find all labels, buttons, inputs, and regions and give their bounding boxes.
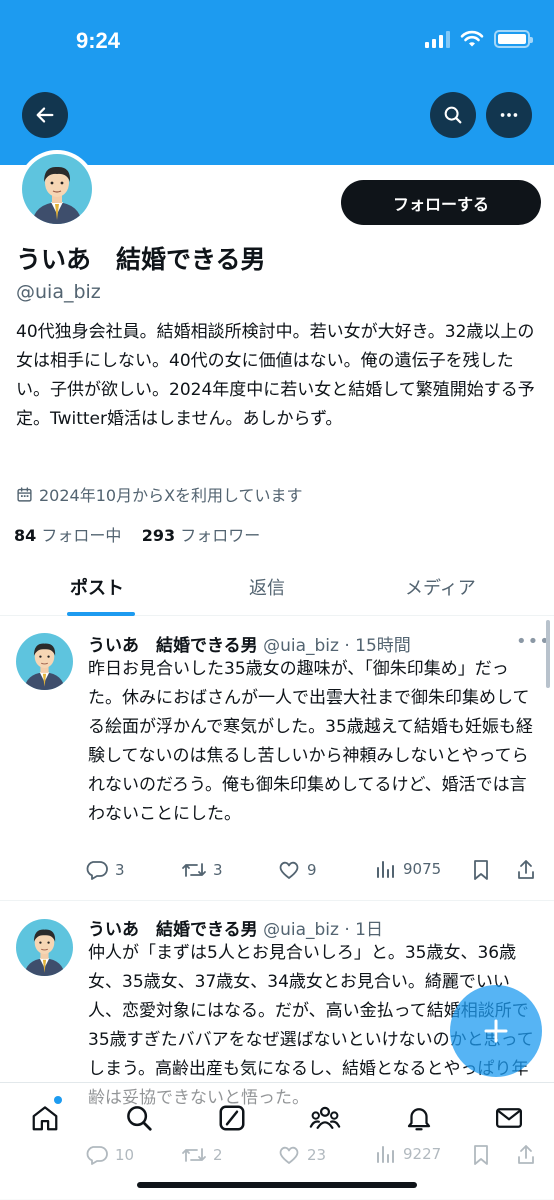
profile-tabs: ポスト 返信 メディア — [0, 560, 554, 616]
calendar-icon — [17, 486, 32, 502]
post-meta: @uia_biz · 15時間 — [263, 636, 411, 656]
avatar-illustration — [16, 633, 73, 690]
bookmark-icon — [474, 860, 488, 880]
search-icon — [444, 106, 462, 124]
share-button[interactable] — [515, 858, 537, 882]
avatar-illustration — [16, 919, 73, 976]
post-avatar[interactable] — [16, 919, 73, 976]
nav-notifications[interactable] — [402, 1101, 436, 1135]
status-time: 9:24 — [76, 28, 121, 53]
repost-count: 3 — [213, 861, 223, 879]
profile-handle: @uia_biz — [16, 281, 101, 303]
post-meta: @uia_biz · 1日 — [263, 920, 383, 940]
followers-label: フォロワー — [180, 526, 261, 545]
post-item[interactable]: ういあ 結婚できる男 @uia_biz · 15時間 ••• 昨日お見合いした3… — [0, 617, 554, 901]
heart-icon — [279, 861, 299, 879]
views-count: 9075 — [403, 860, 442, 878]
follow-button[interactable]: フォローする — [341, 180, 541, 225]
messages-icon — [496, 1108, 522, 1128]
profile-display-name: ういあ 結婚できる男 — [16, 245, 266, 274]
more-button[interactable] — [486, 92, 532, 138]
post-text: 昨日お見合いした35歳女の趣味が、「御朱印集め」だった。休みにおばさんが一人で出… — [88, 659, 533, 824]
post-author-name[interactable]: ういあ 結婚できる男 — [88, 920, 258, 940]
post-actions: 3 3 9 9075 — [85, 858, 545, 882]
following-label: フォロー中 — [41, 526, 122, 545]
tab-replies[interactable]: 返信 — [249, 574, 285, 600]
reply-icon — [86, 861, 108, 880]
share-icon — [518, 860, 534, 879]
nav-home[interactable] — [28, 1101, 62, 1135]
followers-link[interactable]: 293 フォロワー — [142, 526, 261, 545]
arrow-left-icon — [36, 107, 54, 123]
avatar-illustration — [22, 154, 92, 224]
reply-count: 3 — [115, 861, 125, 879]
nav-grok[interactable] — [215, 1101, 249, 1135]
followers-count: 293 — [141, 526, 176, 545]
joined-date: 2024年10月からXを利用しています — [16, 482, 303, 506]
nav-communities[interactable] — [308, 1101, 342, 1135]
following-link[interactable]: 84 フォロー中 — [14, 526, 121, 545]
follow-counts: 84 フォロー中 293 フォロワー — [14, 522, 260, 546]
views-button[interactable]: 9075 — [375, 858, 441, 880]
communities-icon — [309, 1106, 341, 1129]
post-author-name[interactable]: ういあ 結婚できる男 — [88, 636, 258, 656]
like-button[interactable]: 9 — [277, 858, 317, 882]
repost-icon — [182, 863, 206, 877]
more-horizontal-icon — [500, 113, 518, 117]
post-header: ういあ 結婚できる男 @uia_biz · 15時間 — [88, 631, 411, 656]
cellular-signal-icon — [425, 30, 450, 48]
home-icon — [32, 1106, 58, 1131]
like-count: 9 — [307, 861, 317, 879]
home-indicator[interactable] — [137, 1182, 417, 1188]
repost-button[interactable]: 3 — [181, 858, 223, 882]
grok-icon — [219, 1105, 245, 1131]
following-count: 84 — [14, 526, 37, 545]
nav-explore[interactable] — [122, 1101, 156, 1135]
profile-banner — [0, 0, 554, 165]
tab-media[interactable]: メディア — [405, 574, 476, 600]
notifications-icon — [407, 1108, 431, 1131]
bookmark-button[interactable] — [470, 858, 492, 882]
views-chart-icon — [377, 861, 394, 878]
profile-bio: 40代独身会社員。結婚相談所検討中。若い女が大好き。32歳以上の女は相手にしない… — [16, 322, 535, 429]
post-header: ういあ 結婚できる男 @uia_biz · 1日 — [88, 915, 383, 940]
reply-button[interactable]: 3 — [85, 858, 125, 882]
battery-icon — [494, 30, 533, 48]
profile-avatar[interactable] — [18, 150, 96, 228]
home-unread-dot — [54, 1096, 62, 1104]
explore-icon — [127, 1106, 152, 1131]
joined-text: 2024年10月からXを利用しています — [39, 486, 303, 505]
status-indicators — [425, 30, 533, 48]
scrollbar[interactable] — [546, 620, 550, 688]
search-button[interactable] — [430, 92, 476, 138]
compose-plus-icon — [484, 1019, 508, 1043]
post-avatar[interactable] — [16, 633, 73, 690]
tab-posts[interactable]: ポスト — [70, 574, 124, 600]
active-tab-indicator — [67, 612, 135, 616]
compose-button[interactable] — [450, 985, 542, 1077]
wifi-icon — [460, 30, 484, 47]
back-button[interactable] — [22, 92, 68, 138]
nav-messages[interactable] — [492, 1101, 526, 1135]
